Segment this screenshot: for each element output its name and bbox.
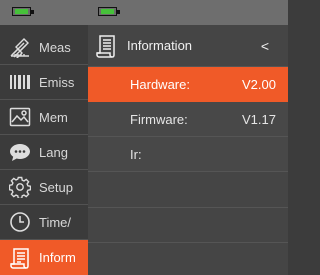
menu-item-memory[interactable]: Mem (0, 100, 88, 135)
ruler-pen-icon (9, 36, 31, 58)
menu-item-information[interactable]: Inform (0, 240, 88, 275)
battery-icon (12, 7, 34, 16)
panel-header: Information < (88, 25, 288, 67)
info-value: V2.00 (242, 77, 276, 92)
gear-icon (9, 176, 31, 198)
info-value: V1.17 (242, 111, 276, 127)
image-icon (9, 106, 31, 128)
battery-icon (98, 7, 120, 16)
menu-item-label: Emiss (39, 74, 75, 90)
row-divider (88, 207, 288, 208)
clock-icon (9, 211, 31, 233)
menu-item-label: Lang (39, 144, 68, 160)
menu-item-label: Meas (39, 39, 71, 55)
menu-item-label: Inform (39, 250, 76, 265)
info-key: Hardware: (130, 77, 190, 92)
info-row-ir[interactable]: Ir: (88, 137, 288, 172)
menu-item-label: Time/ (39, 214, 72, 230)
info-row-hardware[interactable]: Hardware: V2.00 (88, 67, 288, 102)
menu-item-label: Mem (39, 109, 68, 125)
barcode-icon (9, 71, 31, 93)
row-divider (88, 242, 288, 243)
menu-item-measure[interactable]: Meas (0, 30, 88, 65)
menu-item-time[interactable]: Time/ (0, 205, 88, 240)
panel-title: Information (127, 38, 193, 53)
back-button[interactable]: < (250, 38, 280, 54)
chat-bubble-icon (9, 141, 31, 163)
status-bar (0, 0, 88, 25)
info-key: Ir: (130, 146, 142, 162)
info-row-firmware[interactable]: Firmware: V1.17 (88, 102, 288, 137)
menu-item-language[interactable]: Lang (0, 135, 88, 170)
document-icon (95, 34, 117, 58)
status-bar (88, 0, 288, 25)
main-menu: Meas Emiss Mem Lang Setup Time/ Inform (0, 0, 88, 275)
info-key: Firmware: (130, 111, 188, 127)
menu-item-setup[interactable]: Setup (0, 170, 88, 205)
menu-item-emissivity[interactable]: Emiss (0, 65, 88, 100)
information-panel: Information < Hardware: V2.00 Firmware: … (88, 0, 288, 275)
document-icon (9, 247, 31, 269)
menu-item-label: Setup (39, 179, 73, 195)
